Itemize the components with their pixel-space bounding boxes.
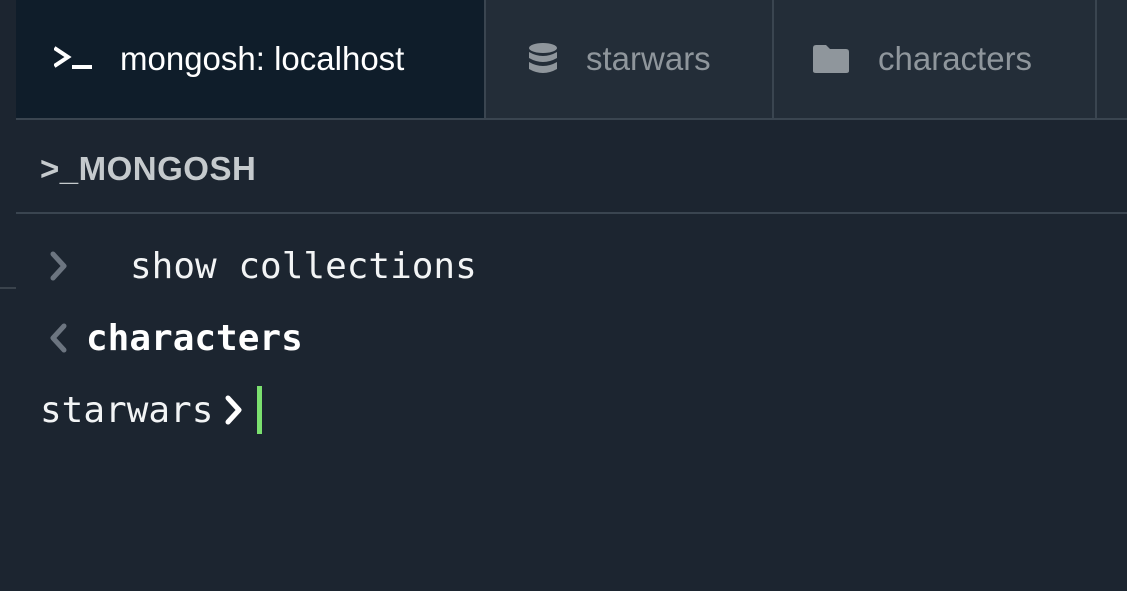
shell-title: >_MONGOSH — [40, 150, 257, 187]
terminal-icon — [54, 46, 92, 72]
tab-label: characters — [878, 40, 1033, 77]
prompt-line: starwars — [16, 384, 855, 436]
tab-label: starwars — [586, 40, 711, 77]
tab-overflow[interactable] — [1097, 0, 1127, 118]
shell-input[interactable] — [255, 386, 855, 434]
shell-output: show collections characters starwars — [16, 216, 1127, 591]
text-cursor — [257, 386, 263, 434]
tab-starwars[interactable]: starwars — [486, 0, 774, 118]
tab-label: mongosh: localhost — [120, 40, 405, 77]
mongosh-window: mongosh: localhost starwars characters >… — [0, 0, 1127, 591]
prompt-db-name: starwars — [40, 389, 214, 431]
left-edge — [0, 0, 16, 591]
output-line: characters — [16, 312, 303, 364]
database-icon — [528, 42, 558, 76]
shell-header: >_MONGOSH — [16, 120, 1127, 214]
tab-mongosh-localhost[interactable]: mongosh: localhost — [16, 0, 486, 118]
prompt-chevron-icon — [221, 392, 247, 428]
command-text: show collections — [130, 245, 477, 287]
input-line: show collections — [16, 240, 477, 292]
result-text: characters — [86, 317, 303, 359]
chevron-left-icon — [44, 320, 74, 356]
chevron-right-icon — [44, 248, 74, 284]
left-edge-divider — [0, 287, 16, 289]
tab-characters[interactable]: characters — [774, 0, 1097, 118]
tab-bar: mongosh: localhost starwars characters — [16, 0, 1127, 120]
folder-icon — [812, 44, 850, 74]
